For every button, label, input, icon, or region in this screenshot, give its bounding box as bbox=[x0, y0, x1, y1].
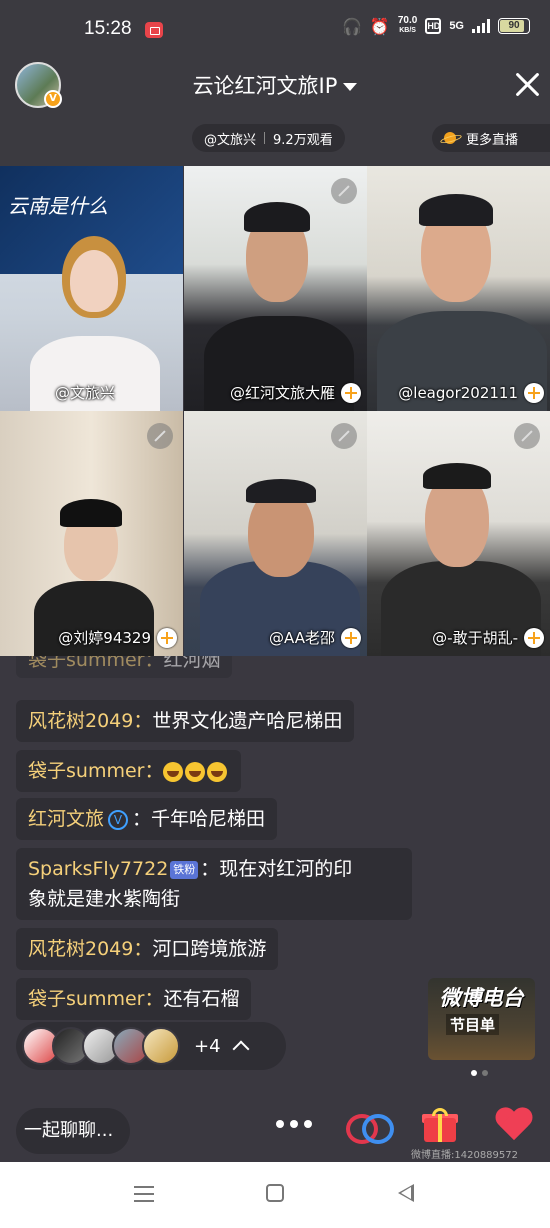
viewer-more-count: +4 bbox=[194, 1035, 221, 1057]
avatar[interactable] bbox=[142, 1027, 180, 1065]
laugh-emoji-icon bbox=[185, 761, 206, 782]
watermark: 微博直播:1420889572 bbox=[411, 1150, 518, 1161]
mute-icon bbox=[331, 178, 357, 204]
more-live-button[interactable]: 更多直播 bbox=[432, 124, 550, 152]
battery-icon: 90 bbox=[498, 18, 530, 34]
chat-message: 袋子summer：还有石榴 bbox=[16, 978, 252, 1020]
tile-label: @刘婷94329 bbox=[58, 627, 177, 648]
planet-icon bbox=[440, 131, 460, 145]
verified-blue-icon: V bbox=[108, 809, 129, 830]
laugh-emoji-icon bbox=[207, 761, 228, 782]
hd-icon: HD bbox=[425, 18, 442, 34]
video-tile-1[interactable]: 云南是什么 @文旅兴 bbox=[0, 166, 183, 411]
follow-plus-icon[interactable] bbox=[157, 627, 177, 648]
more-options-icon[interactable] bbox=[276, 1120, 312, 1128]
video-tile-3[interactable]: @leagor202111 bbox=[367, 166, 550, 411]
fan-badge: 铁粉 bbox=[170, 860, 199, 879]
back-icon[interactable] bbox=[398, 1184, 414, 1202]
system-nav-bar bbox=[0, 1162, 550, 1228]
follow-plus-icon[interactable] bbox=[524, 383, 544, 403]
weibo-radio-banner[interactable]: 微博电台 节目单 bbox=[428, 978, 535, 1060]
tile-label: @红河文旅大雁 bbox=[230, 382, 361, 403]
mute-icon bbox=[147, 423, 173, 449]
chat-message: SparksFly7722 铁粉 ：现在对红河的印 象就是建水紫陶街 bbox=[16, 848, 412, 920]
chat-message: 风花树2049：世界文化遗产哈尼梯田 bbox=[16, 700, 355, 742]
close-button[interactable] bbox=[512, 70, 542, 100]
live-title[interactable]: 云论红河文旅IP bbox=[0, 70, 550, 100]
chevron-up-icon[interactable] bbox=[232, 1040, 250, 1058]
host-name: @文旅兴 bbox=[204, 132, 257, 148]
live-screen: 15:28 🎧 ⏰ 70.0 KB/S HD 5G 90 V 云论红河文旅IP … bbox=[0, 0, 550, 1162]
follow-plus-icon[interactable] bbox=[341, 382, 361, 403]
headphones-icon: 🎧 bbox=[342, 16, 362, 36]
viewer-count: 9.2万观看 bbox=[273, 132, 333, 148]
video-tile-4[interactable]: @刘婷94329 bbox=[0, 411, 183, 656]
follow-plus-icon[interactable] bbox=[524, 627, 544, 648]
signal-icon bbox=[472, 19, 490, 33]
chat-input[interactable]: 一起聊聊... bbox=[16, 1108, 130, 1154]
alarm-icon: ⏰ bbox=[369, 16, 390, 36]
mute-icon bbox=[331, 423, 357, 449]
video-tile-5[interactable]: @AA老邵 bbox=[184, 411, 367, 656]
tile-label: @文旅兴 bbox=[55, 384, 116, 402]
chat-message: 袋子summer： bbox=[16, 750, 242, 792]
follow-plus-icon[interactable] bbox=[341, 627, 361, 648]
clock: 15:28 bbox=[84, 18, 132, 39]
laugh-emoji-icon bbox=[163, 761, 184, 782]
network-type: 5G bbox=[449, 20, 464, 32]
menu-icon[interactable] bbox=[134, 1186, 154, 1202]
chat-message: 风花树2049：河口跨境旅游 bbox=[16, 928, 279, 970]
banner-pager bbox=[471, 1070, 488, 1076]
screen-record-icon bbox=[145, 22, 163, 38]
viewer-avatars[interactable]: +4 bbox=[16, 1022, 286, 1070]
gift-icon[interactable] bbox=[422, 1108, 458, 1142]
link-mic-icon[interactable] bbox=[346, 1110, 394, 1144]
chat-message: 红河文旅 V ：千年哈尼梯田 bbox=[16, 798, 278, 840]
status-bar: 15:28 🎧 ⏰ 70.0 KB/S HD 5G 90 bbox=[0, 0, 550, 60]
tile-label: @-敢于胡乱- bbox=[432, 627, 544, 648]
heart-icon[interactable] bbox=[494, 1106, 534, 1142]
home-icon[interactable] bbox=[266, 1184, 284, 1202]
video-grid: 云南是什么 @文旅兴 @红河文旅大雁 @leagor202111 @刘婷9432… bbox=[0, 166, 550, 656]
video-tile-6[interactable]: @-敢于胡乱- bbox=[367, 411, 550, 656]
mute-icon bbox=[514, 423, 540, 449]
host-info-pill[interactable]: @文旅兴 9.2万观看 bbox=[192, 124, 345, 152]
video-tile-2[interactable]: @红河文旅大雁 bbox=[184, 166, 367, 411]
tile-label: @AA老邵 bbox=[269, 627, 361, 648]
chevron-down-icon bbox=[343, 83, 358, 91]
network-speed: 70.0 KB/S bbox=[397, 15, 418, 35]
tile-label: @leagor202111 bbox=[398, 383, 544, 403]
